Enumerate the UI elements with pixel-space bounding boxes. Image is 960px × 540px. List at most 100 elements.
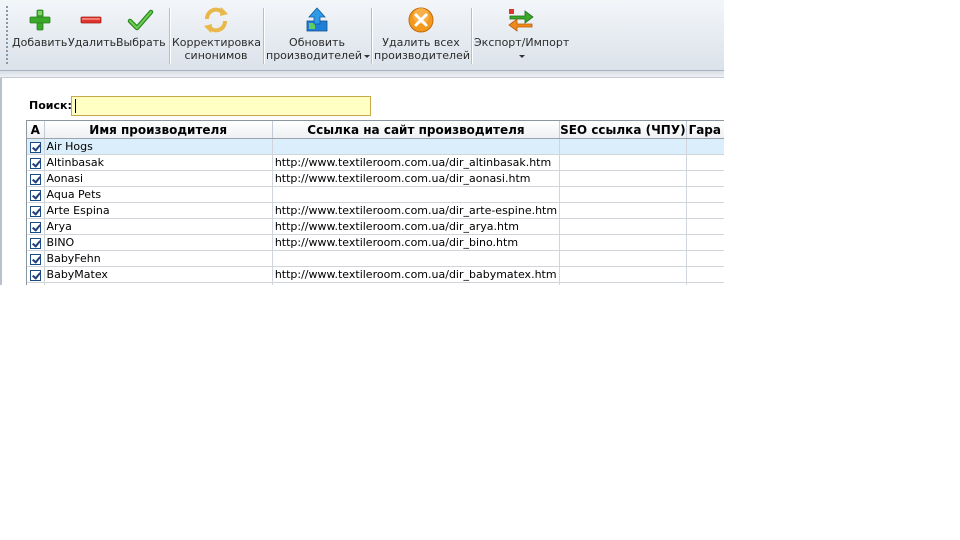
active-cell[interactable]: [27, 154, 45, 171]
manufacturers-grid: А Имя производителя Ссылка на сайт произ…: [26, 120, 724, 285]
toolbar-separator: [371, 8, 372, 64]
table-header-row: А Имя производителя Ссылка на сайт произ…: [27, 121, 724, 139]
column-header-seo[interactable]: SEO ссылка (ЧПУ): [559, 121, 687, 139]
warranty-cell[interactable]: [686, 170, 724, 187]
seo-cell[interactable]: [559, 202, 687, 219]
table-row[interactable]: BINO http://www.textileroom.com.ua/dir_b…: [27, 234, 724, 251]
warranty-cell[interactable]: [686, 266, 724, 283]
name-cell[interactable]: BabyMatex: [44, 266, 273, 283]
select-button[interactable]: Выбрать: [116, 4, 166, 68]
name-cell[interactable]: BINO: [44, 234, 273, 251]
seo-cell[interactable]: [559, 218, 687, 235]
active-cell[interactable]: [27, 186, 45, 203]
active-checkbox[interactable]: [29, 269, 41, 281]
active-checkbox[interactable]: [29, 141, 41, 153]
name-cell[interactable]: Air Hogs: [44, 138, 273, 155]
active-cell[interactable]: [27, 170, 45, 187]
search-input[interactable]: [71, 96, 371, 116]
table-row[interactable]: Aonasi http://www.textileroom.com.ua/dir…: [27, 170, 724, 187]
seo-cell[interactable]: [559, 154, 687, 171]
manufacturers-window: Добавить Удалить Выбрать Корректировка с…: [0, 0, 724, 285]
name-cell[interactable]: Aqua Pets: [44, 186, 273, 203]
delete-all-label-line1: Удалить всех: [382, 36, 460, 49]
table-row[interactable]: BabyMatex http://www.textileroom.com.ua/…: [27, 266, 724, 283]
seo-cell[interactable]: [559, 186, 687, 203]
table-row[interactable]: Arya http://www.textileroom.com.ua/dir_a…: [27, 218, 724, 235]
url-cell[interactable]: [272, 138, 561, 155]
url-cell[interactable]: [272, 250, 561, 267]
name-cell[interactable]: BabyFehn: [44, 250, 273, 267]
toolbar-grip[interactable]: [6, 6, 8, 64]
name-cell[interactable]: Altinbasak: [44, 154, 273, 171]
table-row[interactable]: [27, 282, 724, 285]
active-cell[interactable]: [27, 250, 45, 267]
active-checkbox[interactable]: [29, 221, 41, 233]
column-header-warranty[interactable]: Гара: [686, 121, 724, 139]
url-cell[interactable]: [272, 282, 561, 285]
active-checkbox[interactable]: [29, 157, 41, 169]
url-cell[interactable]: http://www.textileroom.com.ua/dir_altinb…: [272, 154, 561, 171]
export-import-button[interactable]: Экспорт/Импорт: [474, 4, 570, 68]
seo-cell[interactable]: [559, 170, 687, 187]
url-cell[interactable]: http://www.textileroom.com.ua/dir_aonasi…: [272, 170, 561, 187]
table-row[interactable]: Aqua Pets: [27, 186, 724, 203]
seo-cell[interactable]: [559, 266, 687, 283]
active-cell[interactable]: [27, 234, 45, 251]
active-cell[interactable]: [27, 266, 45, 283]
delete-button[interactable]: Удалить: [68, 4, 117, 68]
warranty-cell[interactable]: [686, 218, 724, 235]
add-button[interactable]: Добавить: [12, 4, 67, 68]
search-label: Поиск:: [29, 99, 72, 112]
update-manufacturers-button[interactable]: Обновить производителей: [266, 4, 370, 68]
delete-label: Удалить: [68, 36, 117, 49]
warranty-cell[interactable]: [686, 250, 724, 267]
plus-icon: [29, 9, 50, 31]
name-cell[interactable]: Aonasi: [44, 170, 273, 187]
table-row[interactable]: Arte Espina http://www.textileroom.com.u…: [27, 202, 724, 219]
active-cell[interactable]: [27, 282, 45, 285]
seo-cell[interactable]: [559, 138, 687, 155]
toolbar-separator: [169, 8, 170, 64]
table-row[interactable]: BabyFehn: [27, 250, 724, 267]
active-cell[interactable]: [27, 138, 45, 155]
url-cell[interactable]: http://www.textileroom.com.ua/dir_arte-e…: [272, 202, 561, 219]
warranty-cell[interactable]: [686, 154, 724, 171]
url-cell[interactable]: http://www.textileroom.com.ua/dir_bino.h…: [272, 234, 561, 251]
active-checkbox[interactable]: [29, 237, 41, 249]
warranty-cell[interactable]: [686, 282, 724, 285]
export-import-label: Экспорт/Импорт: [474, 36, 570, 49]
active-cell[interactable]: [27, 218, 45, 235]
active-checkbox[interactable]: [29, 189, 41, 201]
url-cell[interactable]: http://www.textileroom.com.ua/dir_arya.h…: [272, 218, 561, 235]
active-checkbox[interactable]: [29, 205, 41, 217]
column-header-url[interactable]: Ссылка на сайт производителя: [272, 121, 561, 139]
warranty-cell[interactable]: [686, 186, 724, 203]
column-header-name[interactable]: Имя производителя: [44, 121, 273, 139]
name-cell[interactable]: [44, 282, 273, 285]
synonyms-button[interactable]: Корректировка синонимов: [172, 4, 261, 68]
export-import-dropdown[interactable]: [474, 49, 568, 62]
window-left-edge: [0, 78, 2, 285]
table-row[interactable]: Air Hogs: [27, 138, 724, 155]
warranty-cell[interactable]: [686, 202, 724, 219]
warranty-cell[interactable]: [686, 138, 724, 155]
name-cell[interactable]: Arya: [44, 218, 273, 235]
active-cell[interactable]: [27, 202, 45, 219]
delete-all-label-line2: производителей: [374, 49, 470, 62]
seo-cell[interactable]: [559, 250, 687, 267]
delete-all-manufacturers-button[interactable]: Удалить всех производителей: [374, 4, 470, 68]
active-checkbox[interactable]: [29, 253, 41, 265]
select-label: Выбрать: [116, 36, 166, 49]
warranty-cell[interactable]: [686, 234, 724, 251]
name-cell[interactable]: Arte Espina: [44, 202, 273, 219]
seo-cell[interactable]: [559, 282, 687, 285]
delete-circle-icon: [408, 7, 434, 33]
url-cell[interactable]: http://www.textileroom.com.ua/dir_babyma…: [272, 266, 561, 283]
column-header-active[interactable]: А: [27, 121, 45, 139]
table-row[interactable]: Altinbasak http://www.textileroom.com.ua…: [27, 154, 724, 171]
url-cell[interactable]: [272, 186, 561, 203]
active-checkbox[interactable]: [29, 173, 41, 185]
update-label-line2: производителей: [266, 49, 370, 62]
checkmark-icon: [127, 9, 154, 31]
seo-cell[interactable]: [559, 234, 687, 251]
